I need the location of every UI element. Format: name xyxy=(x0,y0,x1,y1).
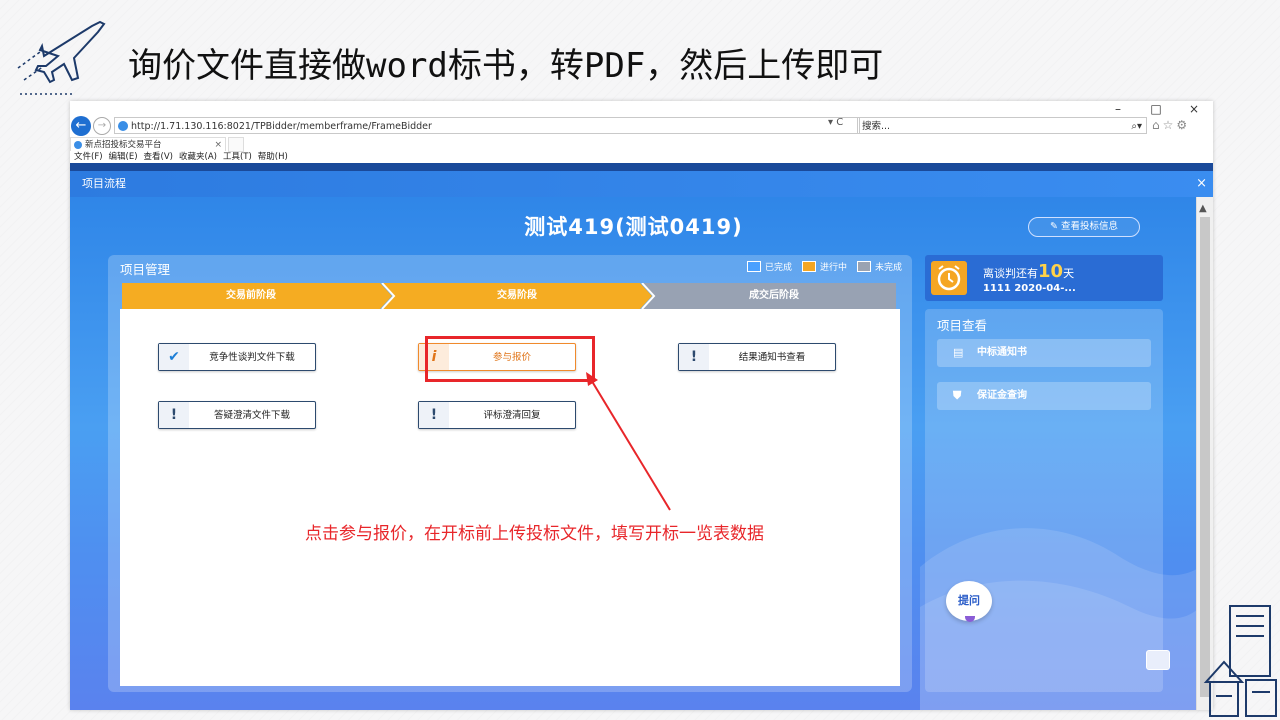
notebook-icon[interactable] xyxy=(1146,650,1170,670)
annotation-arrow xyxy=(586,372,671,511)
ie-page-icon xyxy=(118,121,128,131)
download-negotiation-doc-button[interactable]: ✔ 竞争性谈判文件下载 xyxy=(158,343,316,371)
app-topbar xyxy=(70,163,1213,171)
panel-title: 项目管理 xyxy=(120,262,171,277)
status-legend: 已完成 进行中 未完成 xyxy=(746,260,902,273)
action-label: 答疑澄清文件下载 xyxy=(213,410,290,421)
menu-bar: 文件(F) 编辑(E) 查看(V) 收藏夹(A) 工具(T) 帮助(H) xyxy=(74,151,288,163)
view-bid-info-button[interactable]: ✎ 查看投标信息 xyxy=(1028,217,1140,237)
view-item-label: 保证金查询 xyxy=(977,390,1027,401)
tab-row: 新点招投标交易平台 × xyxy=(70,137,1213,152)
search-input[interactable]: 搜索... ⌕▾ xyxy=(857,117,1147,134)
stage-trade[interactable]: 交易阶段 xyxy=(392,283,642,309)
address-url: http://1.71.130.116:8021/TPBidder/member… xyxy=(131,121,432,132)
dialog-header: 项目流程 × xyxy=(70,171,1213,197)
ask-question-button[interactable]: 提问 xyxy=(946,581,992,621)
alarm-clock-icon xyxy=(931,261,967,295)
action-label: 结果通知书查看 xyxy=(738,352,806,363)
menu-edit[interactable]: 编辑(E) xyxy=(109,151,138,163)
legend-item-in-progress: 进行中 xyxy=(801,260,847,273)
menu-view[interactable]: 查看(V) xyxy=(144,151,173,163)
annotation-text: 点击参与报价，在开标前上传投标文件，填写开标一览表数据 xyxy=(305,524,764,544)
exclamation-icon: ! xyxy=(419,402,449,428)
legend-swatch-pending xyxy=(856,261,871,272)
exclamation-icon: ! xyxy=(679,344,709,370)
stage-bar: 交易前阶段 交易阶段 成交后阶段 xyxy=(122,283,896,309)
edit-icon: ✎ xyxy=(1050,221,1061,232)
check-icon: ✔ xyxy=(159,344,189,370)
stage-pre-trade[interactable]: 交易前阶段 xyxy=(122,283,380,309)
view-item-label: 中标通知书 xyxy=(977,347,1027,358)
legend-item-completed: 已完成 xyxy=(746,260,792,273)
tab-close-icon[interactable]: × xyxy=(214,138,222,152)
award-notice-button[interactable]: ▤ 中标通知书 xyxy=(937,339,1151,367)
new-tab-button[interactable] xyxy=(228,137,244,152)
menu-file[interactable]: 文件(F) xyxy=(74,151,103,163)
back-arrow-icon[interactable]: ← xyxy=(71,116,91,136)
deposit-query-button[interactable]: ⛊ 保证金查询 xyxy=(937,382,1151,410)
download-clarification-button[interactable]: ! 答疑澄清文件下载 xyxy=(158,401,316,429)
countdown-days: 10 xyxy=(1038,261,1064,282)
project-view-panel: 项目查看 ▤ 中标通知书 ⛊ 保证金查询 xyxy=(925,309,1163,692)
address-bar[interactable]: http://1.71.130.116:8021/TPBidder/member… xyxy=(114,117,860,134)
legend-item-pending: 未完成 xyxy=(856,260,902,273)
browser-tab[interactable]: 新点招投标交易平台 × xyxy=(70,137,226,151)
menu-favorites[interactable]: 收藏夹(A) xyxy=(179,151,217,163)
document-icon: ▤ xyxy=(953,346,964,359)
legend-label-pending: 未完成 xyxy=(874,263,902,273)
search-icon[interactable]: ⌕▾ xyxy=(1131,118,1142,135)
dialog-title: 项目流程 xyxy=(82,177,126,190)
building-icon xyxy=(1203,605,1277,717)
address-row: ← → http://1.71.130.116:8021/TPBidder/me… xyxy=(70,115,1213,137)
shield-icon: ⛊ xyxy=(953,389,962,402)
view-result-notice-button[interactable]: ! 结果通知书查看 xyxy=(678,343,836,371)
action-label: 竞争性谈判文件下载 xyxy=(209,352,295,363)
project-management-panel: 项目管理 已完成 进行中 未完成 交易前阶段 交易阶段 成交后阶段 ✔ 竞争性谈… xyxy=(108,255,912,692)
legend-swatch-in-progress xyxy=(801,261,816,272)
countdown-suffix: 天 xyxy=(1063,267,1075,280)
menu-help[interactable]: 帮助(H) xyxy=(258,151,288,163)
stage-post-deal[interactable]: 成交后阶段 xyxy=(652,283,896,309)
dialog-close-icon[interactable]: × xyxy=(1196,171,1207,197)
scroll-up-icon[interactable]: ▲ xyxy=(1199,203,1207,214)
countdown-detail: 1111 2020-04-... xyxy=(983,283,1076,294)
search-placeholder: 搜索... xyxy=(862,121,891,132)
airplane-icon xyxy=(17,20,106,95)
forward-arrow-icon[interactable]: → xyxy=(93,117,111,135)
legend-label-in-progress: 进行中 xyxy=(819,263,847,273)
evaluation-clarification-reply-button[interactable]: ! 评标澄清回复 xyxy=(418,401,576,429)
highlight-box xyxy=(425,336,595,382)
exclamation-icon: ! xyxy=(159,402,189,428)
countdown-text: 离谈判还有10天 xyxy=(983,261,1074,282)
legend-swatch-completed xyxy=(746,261,761,272)
ie-tab-icon xyxy=(74,141,82,149)
view-bid-info-label: 查看投标信息 xyxy=(1060,221,1118,232)
countdown-prefix: 离谈判还有 xyxy=(983,267,1038,280)
countdown-card: 离谈判还有10天 1111 2020-04-... xyxy=(925,255,1163,301)
slide-title: 询价文件直接做word标书，转PDF，然后上传即可 xyxy=(128,46,884,86)
legend-label-completed: 已完成 xyxy=(764,263,792,273)
toolbar-icons[interactable]: ⌂☆⚙ xyxy=(1152,118,1190,132)
menu-tools[interactable]: 工具(T) xyxy=(223,151,252,163)
tab-title: 新点招投标交易平台 xyxy=(85,140,162,150)
refresh-icon[interactable]: ▾ C xyxy=(828,117,843,128)
view-panel-title: 项目查看 xyxy=(937,318,988,333)
action-label: 评标澄清回复 xyxy=(483,410,541,421)
